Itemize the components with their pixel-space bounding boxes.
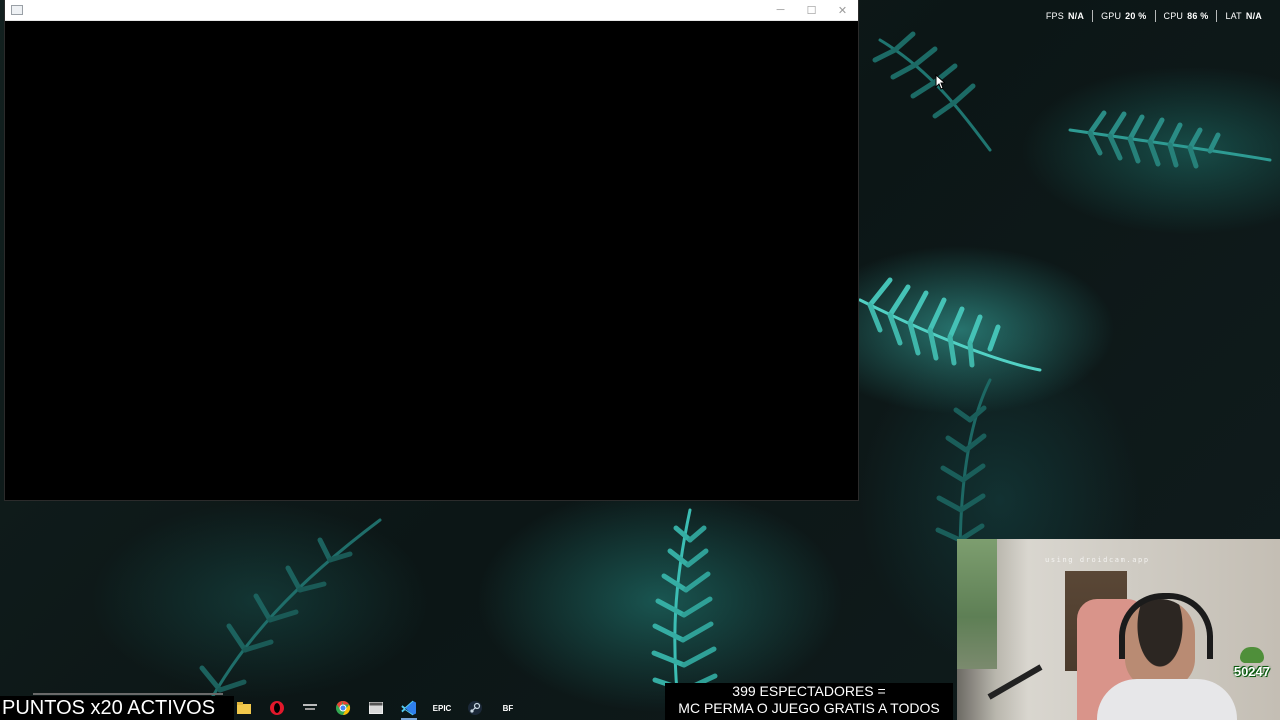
epic-games-icon: EPIC bbox=[432, 703, 452, 713]
points-counter: 50247 bbox=[1233, 664, 1270, 679]
window-titlebar[interactable]: ─ ☐ ✕ bbox=[5, 0, 858, 21]
steam-button[interactable] bbox=[463, 697, 487, 719]
streamer-body bbox=[1097, 679, 1237, 720]
opera-gx-icon bbox=[270, 701, 284, 715]
app-window-icon bbox=[11, 5, 23, 15]
bf-icon: BF bbox=[502, 703, 514, 713]
perf-gpu: GPU 20 % bbox=[1093, 11, 1154, 21]
headset-icon bbox=[1119, 593, 1213, 659]
minimize-button[interactable]: ─ bbox=[765, 0, 796, 20]
performance-overlay: FPS N/A GPU 20 % CPU 86 % LAT N/A bbox=[1038, 10, 1270, 22]
perf-cpu-label: CPU bbox=[1163, 11, 1184, 21]
lunar-client-button[interactable] bbox=[298, 697, 322, 719]
perf-lat-value: N/A bbox=[1245, 11, 1262, 21]
perf-cpu: CPU 86 % bbox=[1156, 11, 1217, 21]
taskbar-pinned-apps: EPIC BF bbox=[232, 696, 532, 720]
webcam-overlay: using droidcam.app 50247 bbox=[957, 539, 1280, 720]
chrome-icon bbox=[336, 700, 351, 716]
opera-gx-button[interactable] bbox=[265, 697, 289, 719]
perf-gpu-value: 20 % bbox=[1125, 11, 1147, 21]
perf-lat-label: LAT bbox=[1225, 11, 1242, 21]
perf-cpu-value: 86 % bbox=[1187, 11, 1209, 21]
viewers-banner: 399 ESPECTADORES = MC PERMA O JUEGO GRAT… bbox=[665, 683, 953, 720]
app-window[interactable]: ─ ☐ ✕ bbox=[5, 0, 858, 500]
pepe-emote-icon bbox=[1240, 647, 1264, 663]
microphone-arm bbox=[987, 664, 1043, 700]
perf-lat: LAT N/A bbox=[1217, 11, 1270, 21]
file-explorer-button[interactable] bbox=[232, 697, 256, 719]
lunar-client-icon bbox=[303, 704, 317, 710]
perf-fps: FPS N/A bbox=[1038, 11, 1092, 21]
webcam-background-window bbox=[957, 539, 997, 669]
viewers-line-1: 399 ESPECTADORES = bbox=[732, 683, 886, 699]
vscode-icon bbox=[401, 700, 416, 716]
points-banner: PUNTOS x20 ACTIVOS bbox=[0, 696, 234, 720]
maximize-icon: ☐ bbox=[806, 4, 817, 17]
viewers-line-2: MC PERMA O JUEGO GRATIS A TODOS bbox=[678, 700, 940, 716]
steam-icon bbox=[468, 701, 482, 715]
perf-gpu-label: GPU bbox=[1101, 11, 1122, 21]
webcam-watermark: using droidcam.app bbox=[1045, 556, 1150, 564]
perf-fps-label: FPS bbox=[1045, 11, 1064, 21]
mouse-cursor-icon bbox=[935, 74, 945, 90]
chrome-button[interactable] bbox=[331, 697, 355, 719]
taskbar-scroll-indicator bbox=[33, 693, 223, 695]
vscode-button[interactable] bbox=[397, 697, 421, 720]
file-explorer-icon bbox=[237, 702, 251, 714]
perf-fps-value: N/A bbox=[1067, 11, 1085, 21]
epic-games-button[interactable]: EPIC bbox=[430, 697, 454, 719]
maximize-button[interactable]: ☐ bbox=[796, 0, 827, 20]
close-icon: ✕ bbox=[837, 4, 848, 17]
window-client-area[interactable] bbox=[5, 21, 858, 500]
app-window-button[interactable] bbox=[364, 697, 388, 719]
app-window-icon bbox=[369, 702, 383, 714]
close-button[interactable]: ✕ bbox=[827, 0, 858, 20]
bf-button[interactable]: BF bbox=[496, 697, 520, 719]
minimize-icon: ─ bbox=[776, 4, 785, 16]
